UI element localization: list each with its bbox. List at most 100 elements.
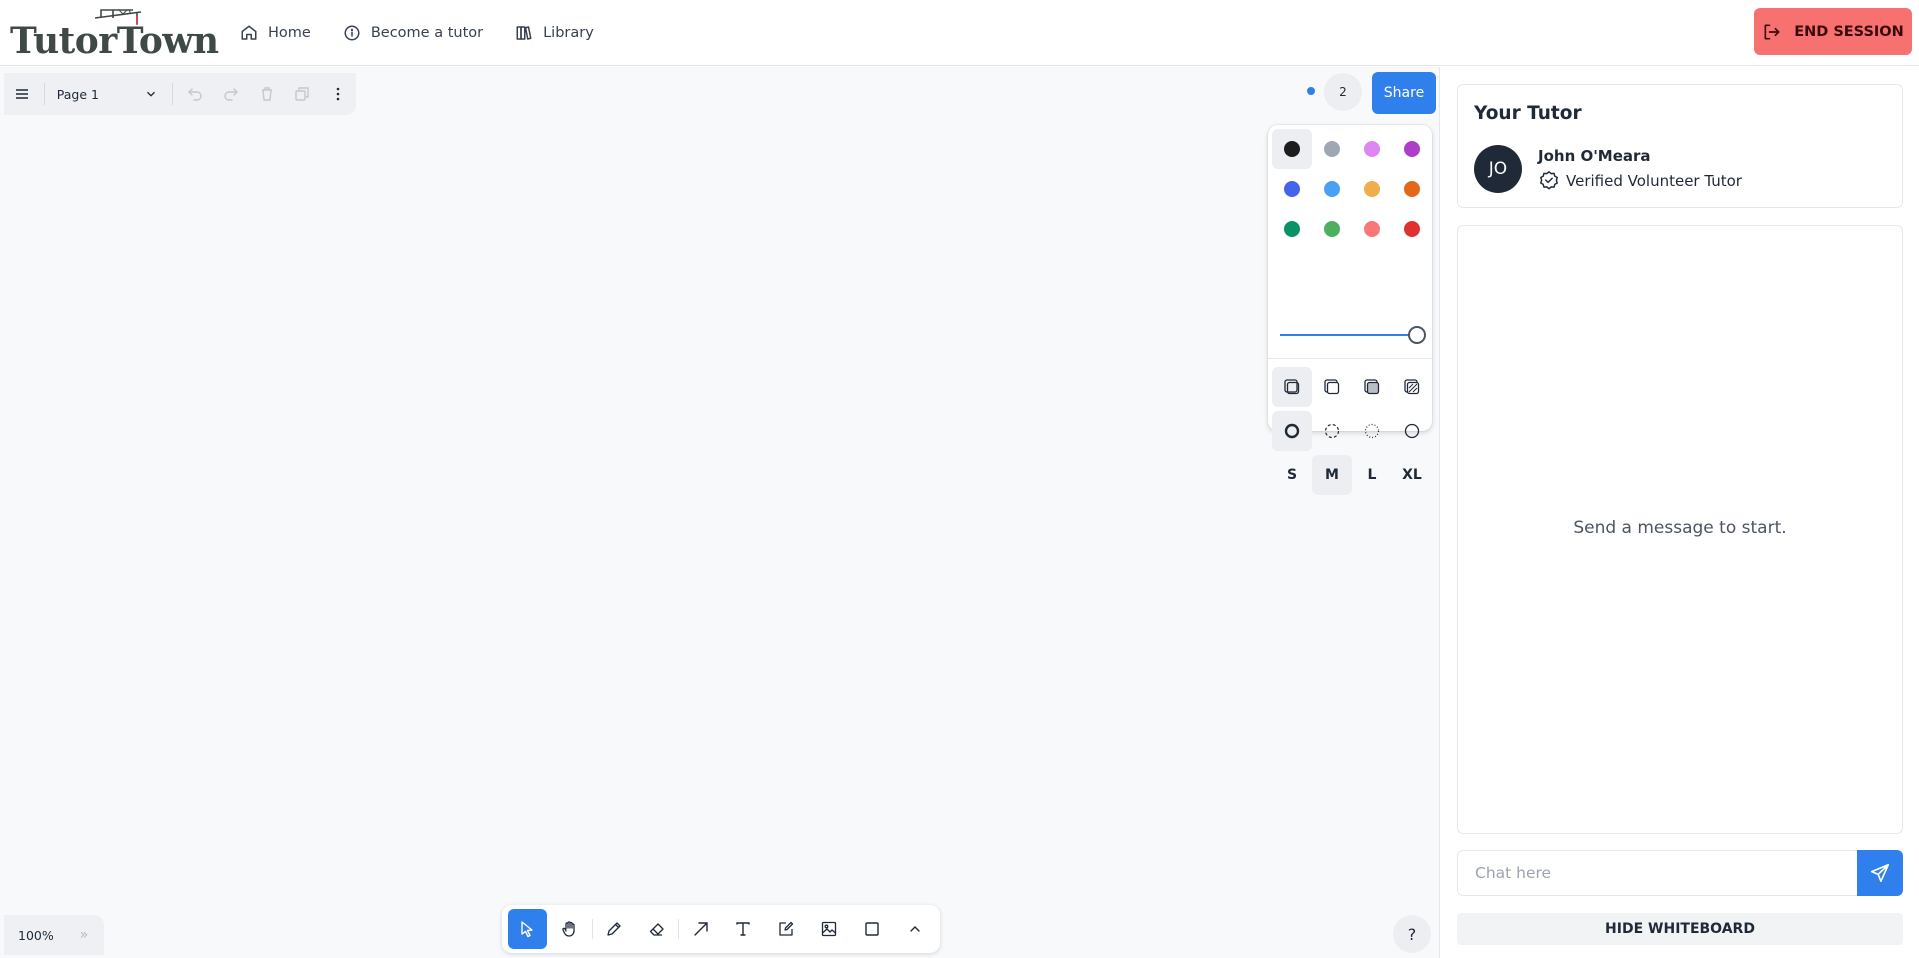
people-count[interactable]: 2 (1324, 73, 1362, 111)
tutor-card: Your Tutor JO John O'Meara Verified Volu… (1457, 84, 1903, 208)
color-swatch[interactable] (1392, 129, 1432, 169)
select-tool[interactable] (508, 909, 547, 949)
divider (678, 919, 680, 939)
end-session-button[interactable]: END SESSION (1754, 8, 1912, 55)
send-icon (1870, 863, 1890, 883)
color-swatches (1272, 129, 1432, 249)
divider (591, 919, 593, 939)
rectangle-icon (865, 922, 879, 936)
color-dot (1284, 181, 1300, 197)
fill-pattern-button[interactable] (1392, 367, 1432, 407)
color-swatch[interactable] (1272, 209, 1312, 249)
color-swatch[interactable] (1352, 129, 1392, 169)
end-session-label: END SESSION (1794, 23, 1904, 40)
fill-semi-button[interactable] (1312, 367, 1352, 407)
color-swatch[interactable] (1352, 209, 1392, 249)
dash-dashed-icon (1324, 423, 1340, 439)
share-button[interactable]: Share (1372, 72, 1436, 114)
size-m-button[interactable]: M (1312, 455, 1352, 495)
whiteboard-canvas[interactable]: Page 1 2 Share S M L XL 100% » ? (0, 67, 1440, 958)
rectangle-tool[interactable] (852, 909, 891, 949)
fill-semi-icon (1324, 379, 1340, 395)
arrow-tool[interactable] (681, 909, 720, 949)
zoom-menu[interactable]: 100% » (4, 915, 104, 955)
tutor-role: Verified Volunteer Tutor (1538, 170, 1742, 192)
color-swatch[interactable] (1312, 129, 1352, 169)
image-icon (821, 921, 837, 937)
main-menu-button[interactable] (4, 76, 40, 112)
send-button[interactable] (1857, 850, 1903, 896)
hide-whiteboard-button[interactable]: HIDE WHITEBOARD (1457, 913, 1903, 945)
chevron-up-icon (909, 926, 920, 932)
library-icon (516, 26, 532, 40)
fill-solid-button[interactable] (1352, 367, 1392, 407)
undo-icon (188, 88, 202, 101)
color-swatch[interactable] (1392, 209, 1432, 249)
color-dot (1324, 181, 1340, 197)
draw-tool[interactable] (595, 909, 634, 949)
size-l-button[interactable]: L (1352, 455, 1392, 495)
fill-pattern-icon (1404, 379, 1420, 395)
color-dot (1404, 181, 1420, 197)
delete-button[interactable] (249, 76, 285, 112)
exit-icon (1764, 24, 1780, 40)
dash-draw-icon (1284, 423, 1300, 439)
double-chevron-right-icon[interactable]: » (80, 927, 89, 943)
note-icon (779, 921, 794, 936)
opacity-slider[interactable] (1280, 325, 1426, 345)
fill-none-icon (1284, 379, 1300, 395)
home-icon (241, 25, 257, 40)
note-tool[interactable] (767, 909, 806, 949)
size-xl-button[interactable]: XL (1392, 455, 1432, 495)
style-options: S M L XL (1272, 367, 1432, 499)
dash-dotted-button[interactable] (1352, 411, 1392, 451)
nav-library[interactable]: Library (499, 19, 610, 47)
dash-solid-button[interactable] (1392, 411, 1432, 451)
hand-icon (562, 921, 575, 937)
tutor-role-label: Verified Volunteer Tutor (1566, 172, 1742, 190)
chat-input[interactable] (1458, 851, 1858, 895)
presence-indicator (1307, 87, 1315, 95)
color-swatch[interactable] (1352, 169, 1392, 209)
arrow-icon (693, 922, 708, 936)
more-actions-button[interactable] (320, 76, 356, 112)
duplicate-icon (295, 87, 310, 101)
size-s-button[interactable]: S (1272, 455, 1312, 495)
more-tools-button[interactable] (895, 909, 934, 949)
zoom-level: 100% (18, 927, 54, 943)
chat-empty-state: Send a message to start. (1573, 518, 1787, 538)
color-dot (1364, 141, 1380, 157)
color-swatch[interactable] (1272, 169, 1312, 209)
color-swatch[interactable] (1392, 169, 1432, 209)
color-swatch[interactable] (1312, 169, 1352, 209)
color-dot (1364, 181, 1380, 197)
color-swatch[interactable] (1272, 129, 1312, 169)
redo-button[interactable] (213, 76, 249, 112)
page-select[interactable]: Page 1 (49, 76, 168, 112)
image-tool[interactable] (810, 909, 849, 949)
tutortown-logo[interactable]: TutorTown (10, 8, 219, 62)
verified-badge-icon (1540, 171, 1558, 190)
fill-none-button[interactable] (1272, 367, 1312, 407)
undo-button[interactable] (177, 76, 213, 112)
nav-home[interactable]: Home (224, 19, 327, 47)
chat-composer (1457, 850, 1903, 896)
eraser-tool[interactable] (637, 909, 676, 949)
trash-icon (261, 87, 272, 101)
chat-messages: Send a message to start. (1457, 225, 1903, 834)
help-button[interactable]: ? (1393, 915, 1431, 953)
hand-tool[interactable] (551, 909, 590, 949)
duplicate-button[interactable] (284, 76, 320, 112)
redo-icon (224, 88, 238, 101)
dash-draw-button[interactable] (1272, 411, 1312, 451)
text-icon (736, 922, 751, 936)
color-dot (1284, 221, 1300, 237)
chevron-down-icon (147, 91, 156, 97)
nav-become-tutor[interactable]: Become a tutor (327, 19, 499, 47)
nav-library-label: Library (543, 25, 594, 41)
dash-dashed-button[interactable] (1312, 411, 1352, 451)
color-swatch[interactable] (1312, 209, 1352, 249)
text-tool[interactable] (724, 909, 763, 949)
opacity-slider-thumb[interactable] (1408, 326, 1426, 344)
color-dot (1404, 221, 1420, 237)
